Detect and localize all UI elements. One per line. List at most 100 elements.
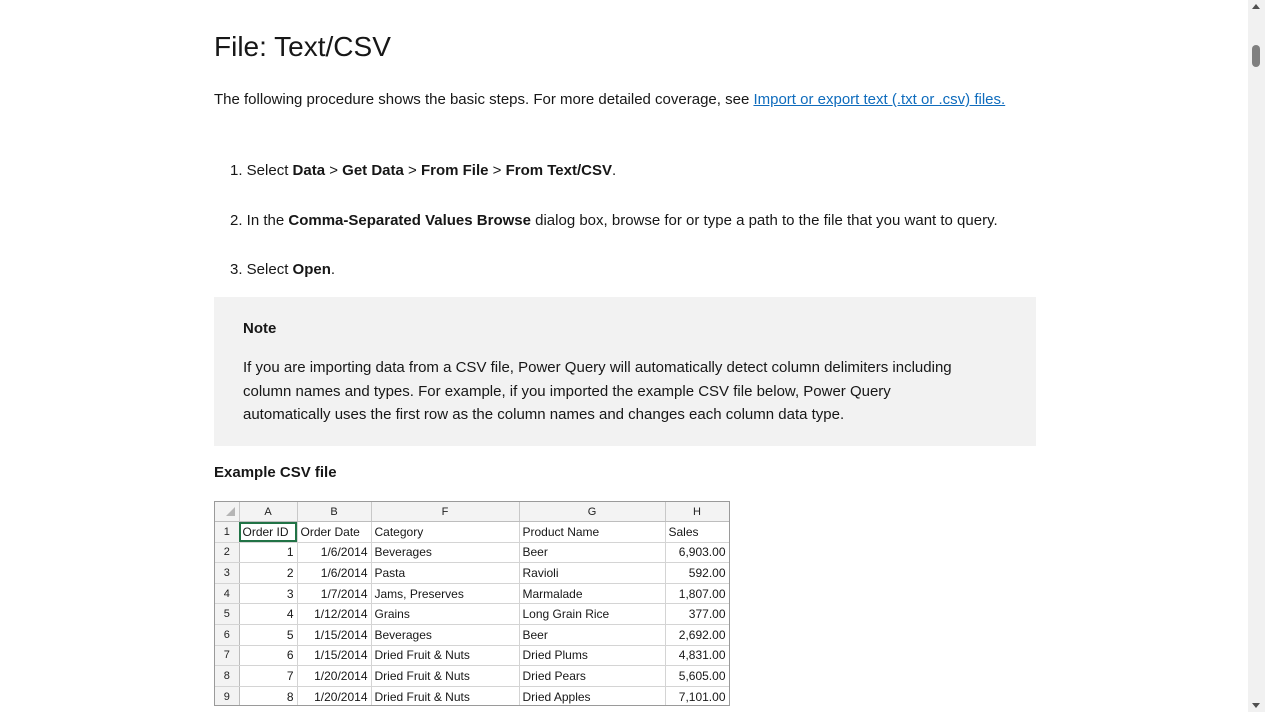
cell-product-name: Dried Pears: [519, 665, 666, 687]
cell-order-date: 1/7/2014: [297, 583, 372, 605]
row-number: 1: [215, 521, 240, 543]
cell-category: Dried Fruit & Nuts: [371, 665, 520, 687]
row-number: 2: [215, 542, 240, 564]
step-2-rest: dialog box, browse for or type a path to…: [530, 212, 998, 229]
cell-order-id: 7: [239, 665, 298, 687]
cell-order-date: 1/20/2014: [297, 686, 372, 705]
cell-product-name: Long Grain Rice: [519, 603, 666, 625]
cell-sales: 592.00: [665, 562, 729, 584]
sheet-row: 5 4 1/12/2014 Grains Long Grain Rice 377.00: [215, 603, 729, 625]
step-3-open: Open: [292, 261, 331, 278]
scroll-thumb[interactable]: [1252, 45, 1260, 67]
row-number: 8: [215, 665, 240, 687]
step-2: 2. In the Comma-Separated Values Browse …: [230, 210, 998, 232]
cell-product-name: Dried Apples: [519, 686, 666, 705]
cell-order-date: Order Date: [297, 521, 372, 543]
step-1-get-data: Get Data: [342, 162, 404, 179]
cell-order-id: 8: [239, 686, 298, 705]
cell-order-date: 1/20/2014: [297, 665, 372, 687]
cell-sales: 5,605.00: [665, 665, 729, 687]
note-body: If you are importing data from a CSV fil…: [243, 359, 952, 423]
intro-text: The following procedure shows the basic …: [214, 91, 754, 108]
note-title: Note: [243, 320, 277, 337]
cell-order-date: 1/6/2014: [297, 542, 372, 564]
cell-category: Beverages: [371, 624, 520, 646]
cell-order-date: 1/15/2014: [297, 624, 372, 646]
cell-product-name: Dried Plums: [519, 645, 666, 667]
cell-product-name: Beer: [519, 624, 666, 646]
sheet-row: 2 1 1/6/2014 Beverages Beer 6,903.00: [215, 542, 729, 564]
cell-category: Jams, Preserves: [371, 583, 520, 605]
step-1-text: 1. Select: [230, 162, 293, 179]
cell-sales: 7,101.00: [665, 686, 729, 705]
step-1: 1. Select Data > Get Data > From File > …: [230, 160, 616, 182]
cell-order-id: 1: [239, 542, 298, 564]
cell-sales: 4,831.00: [665, 645, 729, 667]
cell-order-date: 1/6/2014: [297, 562, 372, 584]
cell-sales: 6,903.00: [665, 542, 729, 564]
step-2-text: 2. In the: [230, 212, 289, 229]
step-1-sep: >: [325, 162, 343, 179]
cell-order-id: 2: [239, 562, 298, 584]
step-3: 3. Select Open.: [230, 259, 335, 281]
cell-category: Grains: [371, 603, 520, 625]
example-csv-spreadsheet-image: A B F G H 1 Order ID Order Date Category Pro…: [214, 501, 730, 706]
column-header-b: B: [297, 502, 372, 522]
cell-order-id: 5: [239, 624, 298, 646]
step-1-sep: >: [403, 162, 421, 179]
sheet-row: 8 7 1/20/2014 Dried Fruit & Nuts Dried Pears…: [215, 665, 729, 687]
cell-category: Pasta: [371, 562, 520, 584]
column-header-row: A B F G H: [215, 502, 729, 522]
import-export-text-link[interactable]: Import or export text (.txt or .csv) fil…: [753, 91, 1005, 108]
cell-sales: Sales: [665, 521, 729, 543]
cell-sales: 2,692.00: [665, 624, 729, 646]
cell-category: Dried Fruit & Nuts: [371, 645, 520, 667]
cell-category: Dried Fruit & Nuts: [371, 686, 520, 705]
row-number: 4: [215, 583, 240, 605]
page-title: File: Text/CSV: [214, 31, 391, 62]
cell-sales: 1,807.00: [665, 583, 729, 605]
intro-paragraph: The following procedure shows the basic …: [214, 88, 1036, 111]
column-header-f: F: [371, 502, 520, 522]
row-number: 6: [215, 624, 240, 646]
select-all-corner: [215, 502, 240, 522]
cell-order-id: Order ID: [239, 521, 298, 543]
step-2-dialog-name: Comma-Separated Values Browse: [288, 212, 531, 229]
vertical-scrollbar[interactable]: [1248, 0, 1265, 712]
scroll-down-arrow-icon[interactable]: [1252, 703, 1260, 708]
sheet-row: 6 5 1/15/2014 Beverages Beer 2,692.00: [215, 624, 729, 646]
row-number: 7: [215, 645, 240, 667]
step-3-period: .: [330, 261, 336, 278]
column-header-a: A: [239, 502, 298, 522]
column-header-h: H: [665, 502, 729, 522]
cell-product-name: Ravioli: [519, 562, 666, 584]
step-1-from-text-csv: From Text/CSV: [505, 162, 612, 179]
cell-order-id: 6: [239, 645, 298, 667]
step-3-text: 3. Select: [230, 261, 293, 278]
cell-order-date: 1/15/2014: [297, 645, 372, 667]
step-1-period: .: [612, 162, 617, 179]
cell-product-name: Beer: [519, 542, 666, 564]
sheet-row: 3 2 1/6/2014 Pasta Ravioli 592.00: [215, 562, 729, 584]
cell-sales: 377.00: [665, 603, 729, 625]
step-1-from-file: From File: [420, 162, 489, 179]
row-number: 5: [215, 603, 240, 625]
sheet-row: 9 8 1/20/2014 Dried Fruit & Nuts Dried Apple…: [215, 686, 729, 705]
step-1-sep: >: [488, 162, 506, 179]
sheet-row: 1 Order ID Order Date Category Product Name S…: [215, 521, 729, 543]
row-number: 9: [215, 686, 240, 705]
cell-product-name: Marmalade: [519, 583, 666, 605]
cell-product-name: Product Name: [519, 521, 666, 543]
cell-category: Beverages: [371, 542, 520, 564]
cell-category: Category: [371, 521, 520, 543]
row-number: 3: [215, 562, 240, 584]
scroll-up-arrow-icon[interactable]: [1252, 4, 1260, 9]
step-1-data: Data: [292, 162, 326, 179]
cell-order-id: 3: [239, 583, 298, 605]
column-header-g: G: [519, 502, 666, 522]
example-heading: Example CSV file: [214, 464, 337, 481]
sheet-row: 7 6 1/15/2014 Dried Fruit & Nuts Dried Plums…: [215, 645, 729, 667]
cell-order-id: 4: [239, 603, 298, 625]
sheet-row: 4 3 1/7/2014 Jams, Preserves Marmalade 1,807.…: [215, 583, 729, 605]
cell-order-date: 1/12/2014: [297, 603, 372, 625]
